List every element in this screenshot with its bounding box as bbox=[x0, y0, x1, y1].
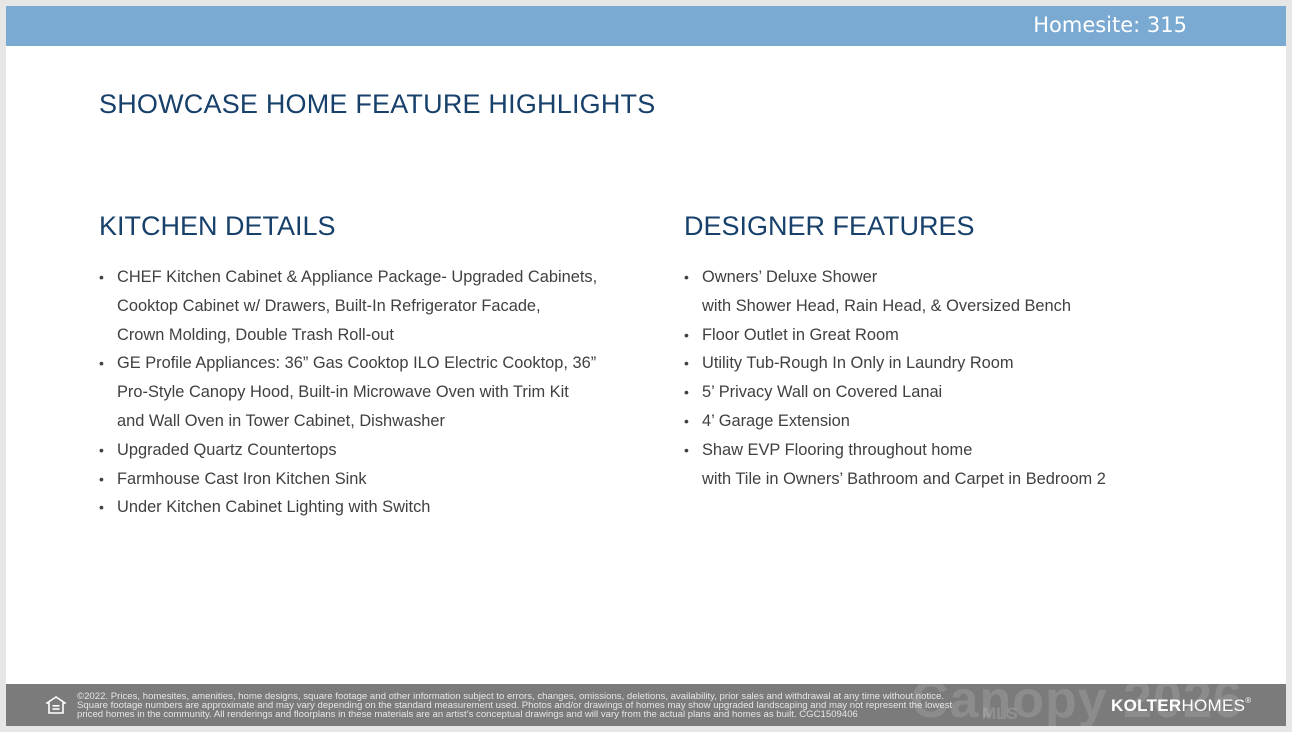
kitchen-heading: KITCHEN DETAILS bbox=[99, 211, 336, 241]
kitchen-item: • CHEF Kitchen Cabinet & Appliance Packag… bbox=[99, 263, 619, 349]
logo-light-text: HOMES bbox=[1181, 696, 1246, 715]
bullet-icon: • bbox=[99, 355, 104, 372]
designer-item: • Shaw EVP Flooring throughout home with T… bbox=[684, 436, 1204, 494]
bullet-icon: • bbox=[99, 441, 104, 458]
kitchen-item-text: GE Profile Appliances: 36” Gas Cooktop I… bbox=[117, 354, 597, 373]
disclaimer-line: priced homes in the community. All rende… bbox=[77, 710, 858, 720]
designer-item-text: Utility Tub-Rough In Only in Laundry Roo… bbox=[702, 354, 1014, 373]
bullet-icon: • bbox=[684, 384, 689, 401]
kitchen-item-text: CHEF Kitchen Cabinet & Appliance Package… bbox=[117, 268, 598, 286]
bullet-icon: • bbox=[684, 441, 689, 458]
bullet-icon: • bbox=[99, 269, 104, 285]
designer-item: • Owners’ Deluxe Shower with Shower Head, … bbox=[684, 263, 1204, 321]
top-bar: Homesite: 315 bbox=[6, 6, 1286, 46]
disclaimer: ©2022. Prices, homesites, amenities, hom… bbox=[77, 692, 1107, 720]
footer: Canopy 2026 MLS ©2022. Prices, homesites… bbox=[6, 684, 1286, 726]
kitchen-item-text: Crown Molding, Double Trash Roll-out bbox=[117, 325, 394, 344]
kolter-homes-logo: KOLTERHOMES® bbox=[1111, 696, 1251, 716]
logo-bold-text: KOLTER bbox=[1111, 696, 1182, 715]
designer-item: • 4’ Garage Extension bbox=[684, 407, 1204, 436]
bullet-icon: • bbox=[684, 326, 689, 343]
kitchen-item: • Farmhouse Cast Iron Kitchen Sink bbox=[99, 465, 619, 494]
kitchen-item: • GE Profile Appliances: 36” Gas Cooktop … bbox=[99, 349, 619, 435]
bullet-icon: • bbox=[99, 470, 104, 487]
designer-item: • Floor Outlet in Great Room bbox=[684, 321, 1204, 350]
kitchen-item-text: Upgraded Quartz Countertops bbox=[117, 440, 337, 459]
designer-item: • 5’ Privacy Wall on Covered Lanai bbox=[684, 378, 1204, 407]
designer-item-text: 4’ Garage Extension bbox=[702, 411, 850, 430]
kitchen-feature-list: • CHEF Kitchen Cabinet & Appliance Packag… bbox=[99, 263, 619, 522]
designer-item-text: with Tile in Owners’ Bathroom and Carpet… bbox=[702, 469, 1106, 488]
designer-item-text: Shaw EVP Flooring throughout home bbox=[702, 440, 973, 459]
designer-item: • Utility Tub-Rough In Only in Laundry Ro… bbox=[684, 349, 1204, 378]
slide: Homesite: 315 SHOWCASE HOME FEATURE HIGH… bbox=[6, 6, 1286, 726]
bullet-icon: • bbox=[684, 412, 689, 429]
designer-item-text: Floor Outlet in Great Room bbox=[702, 325, 899, 344]
bullet-icon: • bbox=[684, 355, 689, 372]
kitchen-item-text: Cooktop Cabinet w/ Drawers, Built-In Ref… bbox=[117, 296, 541, 315]
page-title: SHOWCASE HOME FEATURE HIGHLIGHTS bbox=[99, 89, 656, 119]
designer-item-text: Owners’ Deluxe Shower bbox=[702, 268, 878, 286]
kitchen-item-text: Pro-Style Canopy Hood, Built-in Microwav… bbox=[117, 383, 569, 402]
equal-housing-icon bbox=[46, 696, 66, 714]
homesite-label: Homesite: 315 bbox=[1033, 13, 1187, 37]
designer-heading: DESIGNER FEATURES bbox=[684, 211, 975, 241]
designer-item-text: with Shower Head, Rain Head, & Oversized… bbox=[702, 296, 1071, 315]
kitchen-item: • Upgraded Quartz Countertops bbox=[99, 436, 619, 465]
designer-item-text: 5’ Privacy Wall on Covered Lanai bbox=[702, 383, 943, 402]
designer-feature-list: • Owners’ Deluxe Shower with Shower Head, … bbox=[684, 263, 1204, 493]
logo-registered-mark: ® bbox=[1245, 696, 1252, 705]
kitchen-item-text: Farmhouse Cast Iron Kitchen Sink bbox=[117, 469, 367, 488]
kitchen-item: • Under Kitchen Cabinet Lighting with Swi… bbox=[99, 493, 619, 522]
disclaimer-line: ©2022. Prices, homesites, amenities, hom… bbox=[77, 692, 945, 702]
kitchen-item-text: Under Kitchen Cabinet Lighting with Swit… bbox=[117, 498, 431, 517]
kitchen-item-text: and Wall Oven in Tower Cabinet, Dishwash… bbox=[117, 411, 445, 430]
bullet-icon: • bbox=[99, 499, 104, 516]
bullet-icon: • bbox=[684, 269, 689, 285]
disclaimer-line: Square footage numbers are approximate a… bbox=[77, 701, 953, 711]
